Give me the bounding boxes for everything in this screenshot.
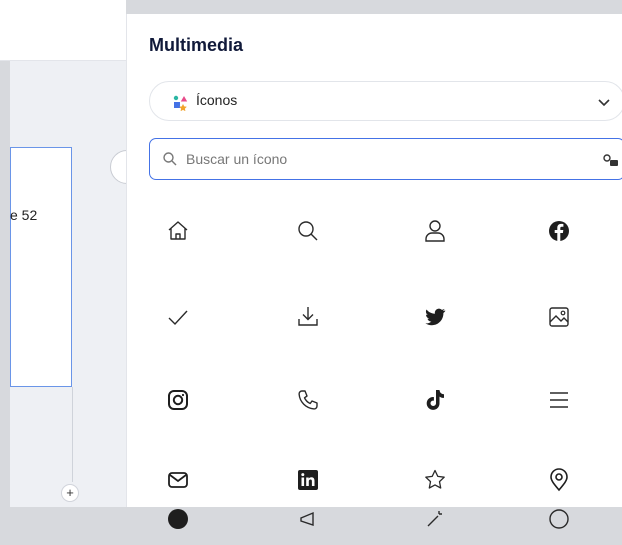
- chevron-down-icon: [598, 99, 610, 107]
- facebook-icon[interactable]: [533, 205, 585, 257]
- dropdown-label: Íconos: [196, 92, 238, 108]
- search-icon[interactable]: [282, 205, 334, 257]
- download-icon[interactable]: [282, 291, 334, 343]
- check-icon[interactable]: [152, 291, 204, 343]
- canvas-page[interactable]: [10, 147, 72, 387]
- page-label: e 52: [10, 207, 38, 223]
- divider: [72, 387, 73, 482]
- home-icon[interactable]: [152, 205, 204, 257]
- user-icon[interactable]: [409, 205, 461, 257]
- icon-search-input[interactable]: [186, 148, 566, 170]
- smile-icon[interactable]: [533, 493, 585, 545]
- search-icon: [163, 152, 177, 166]
- image-icon[interactable]: [533, 291, 585, 343]
- media-type-dropdown[interactable]: Íconos: [149, 81, 622, 121]
- panel-title: Multimedia: [149, 35, 244, 55]
- phone-icon[interactable]: [282, 374, 334, 426]
- editor-topbar: [0, 0, 126, 61]
- tiktok-icon[interactable]: [409, 374, 461, 426]
- instagram-icon[interactable]: [152, 374, 204, 426]
- add-page-button[interactable]: +: [61, 484, 79, 502]
- megaphone-icon[interactable]: [282, 493, 334, 545]
- icon-search-box[interactable]: [149, 138, 622, 180]
- magic-wand-icon[interactable]: [409, 493, 461, 545]
- filter-icon[interactable]: [602, 152, 618, 168]
- twitter-icon[interactable]: [409, 291, 461, 343]
- github-icon[interactable]: [152, 493, 204, 545]
- menu-icon[interactable]: [533, 374, 585, 426]
- shapes-icon: [173, 95, 188, 111]
- multimedia-panel: Multimedia Íconos: [126, 14, 622, 529]
